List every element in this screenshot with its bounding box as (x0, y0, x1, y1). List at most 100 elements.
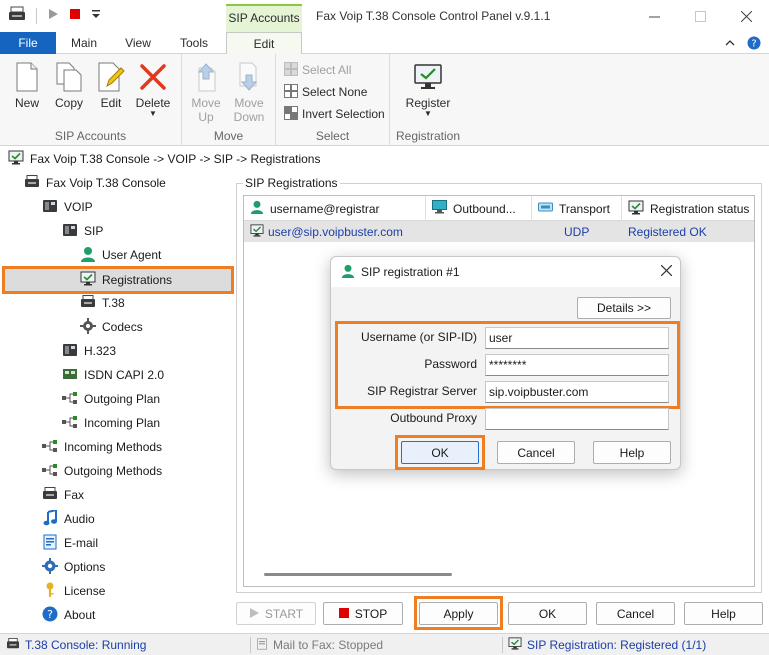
window-controls (631, 0, 769, 32)
register-button[interactable]: Register ▼ (404, 60, 452, 118)
music-note-icon (42, 508, 58, 529)
password-input[interactable]: ******** (485, 354, 669, 376)
delete-button[interactable]: Delete ▼ (132, 60, 174, 118)
tree-item-options[interactable]: Options (42, 556, 105, 578)
tree-item-t38[interactable]: T.38 (80, 292, 125, 314)
tree-item-license[interactable]: License (42, 580, 105, 602)
column-header-transport[interactable]: Transport (532, 196, 622, 221)
h323-phone-icon (62, 343, 78, 360)
column-header-registration-status[interactable]: Registration status (622, 196, 754, 221)
outbound-proxy-input[interactable] (485, 408, 669, 430)
register-dropdown-icon: ▼ (424, 109, 432, 118)
status-bar: T.38 Console: Running Mail to Fax: Stopp… (0, 633, 769, 655)
ok-button[interactable]: OK (508, 602, 587, 625)
move-down-button[interactable]: Move Down (228, 60, 270, 124)
tree-item-isdn[interactable]: ISDN CAPI 2.0 (62, 364, 164, 386)
tree-item-outgoing-methods[interactable]: Outgoing Methods (42, 460, 162, 482)
status-sip: SIP Registration: Registered (1/1) (508, 634, 706, 655)
registrar-server-input[interactable]: sip.voipbuster.com (485, 381, 669, 403)
status-divider (250, 637, 251, 653)
tree-item-sip[interactable]: SIP (62, 220, 103, 242)
tree-item-h323[interactable]: H.323 (62, 340, 116, 362)
apply-button[interactable]: Apply (419, 602, 498, 625)
cancel-button[interactable]: Cancel (596, 602, 675, 625)
ribbon-group-sip-accounts: New Copy Edit Delete ▼ SIP Accounts (0, 54, 182, 146)
svg-text:?: ? (751, 39, 756, 50)
tree-item-incoming-methods[interactable]: Incoming Methods (42, 436, 162, 458)
user-icon (250, 200, 264, 217)
ribbon-group-select: Select All Select None Invert Selection … (276, 54, 390, 146)
copy-button[interactable]: Copy (48, 60, 90, 110)
fax-machine-icon (42, 486, 58, 504)
tree-item-email[interactable]: E-mail (42, 532, 98, 554)
tab-edit[interactable]: Edit (226, 32, 302, 55)
tab-tools[interactable]: Tools (168, 32, 220, 54)
dialog-help-button[interactable]: Help (593, 441, 671, 464)
username-input[interactable]: user (485, 327, 669, 349)
minimize-icon[interactable] (631, 0, 677, 32)
monitor-check-icon (250, 223, 264, 240)
dialog-close-icon[interactable] (660, 263, 673, 281)
move-up-button[interactable]: Move Up (185, 60, 227, 124)
outbound-proxy-label: Outbound Proxy (390, 411, 477, 425)
tree-item-fax[interactable]: Fax (42, 484, 84, 506)
table-row[interactable]: user@sip.voipbuster.com UDP Registered O… (244, 221, 754, 242)
dialog-cancel-button[interactable]: Cancel (497, 441, 575, 464)
help-icon: ? (42, 606, 58, 625)
status-console: T.38 Console: Running (6, 634, 146, 655)
invert-selection-button[interactable]: Invert Selection (284, 104, 385, 124)
start-button[interactable]: START (236, 602, 316, 625)
tree-item-outgoing-plan[interactable]: Outgoing Plan (62, 388, 160, 410)
copy-icon (55, 62, 83, 95)
username-label: Username (or SIP-ID) (360, 330, 477, 344)
gear-icon (42, 557, 58, 577)
play-icon[interactable] (47, 8, 59, 23)
help-icon[interactable]: ? (747, 36, 761, 53)
tree-item-about[interactable]: ? About (42, 604, 95, 626)
tree-item-root[interactable]: Fax Voip T.38 Console (24, 172, 166, 194)
stop-icon[interactable] (69, 8, 81, 23)
help-button[interactable]: Help (684, 602, 763, 625)
stop-button[interactable]: STOP (323, 602, 403, 625)
tree-item-codecs[interactable]: Codecs (80, 316, 143, 338)
column-header-username[interactable]: username@registrar (244, 196, 426, 221)
ribbon: New Copy Edit Delete ▼ SIP Accounts Move… (0, 54, 769, 146)
monitor-check-icon (413, 62, 443, 95)
select-all-button[interactable]: Select All (284, 60, 351, 80)
edit-button[interactable]: Edit (90, 60, 132, 110)
monitor-check-icon (628, 200, 644, 218)
tab-file[interactable]: File (0, 32, 56, 54)
delete-x-icon (139, 63, 167, 94)
new-document-icon (15, 62, 39, 95)
close-icon[interactable] (723, 0, 769, 32)
tree-item-user-agent[interactable]: User Agent (80, 244, 161, 266)
user-icon (80, 246, 96, 265)
row-status-cell: Registered OK (628, 224, 707, 239)
fax-machine-icon (24, 174, 40, 192)
column-header-outbound[interactable]: Outbound... (426, 196, 532, 221)
invert-selection-icon (284, 105, 298, 123)
sip-registrations-legend: SIP Registrations (243, 176, 340, 190)
tree-item-incoming-plan[interactable]: Incoming Plan (62, 412, 160, 434)
tab-main[interactable]: Main (60, 32, 108, 54)
horizontal-scrollbar[interactable] (264, 573, 452, 576)
isdn-card-icon (62, 367, 78, 384)
fax-app-icon[interactable] (8, 6, 26, 25)
computer-icon (432, 200, 447, 217)
monitor-check-icon (508, 637, 522, 653)
details-button[interactable]: Details >> (577, 297, 671, 319)
play-icon (249, 607, 259, 621)
select-none-button[interactable]: Select None (284, 82, 367, 102)
edit-pencil-icon (97, 62, 125, 95)
tree-item-audio[interactable]: Audio (42, 508, 95, 530)
group-label-sip-accounts: SIP Accounts (54, 129, 127, 143)
maximize-icon[interactable] (677, 0, 723, 32)
qat-dropdown-icon[interactable] (91, 8, 101, 23)
dialog-ok-button[interactable]: OK (401, 441, 479, 464)
tree-item-registrations[interactable]: Registrations (2, 266, 234, 294)
tree-item-voip[interactable]: VOIP (42, 196, 93, 218)
tab-view[interactable]: View (114, 32, 162, 54)
collapse-ribbon-icon[interactable] (723, 36, 737, 53)
qat-separator (36, 7, 37, 24)
new-button[interactable]: New (6, 60, 48, 110)
